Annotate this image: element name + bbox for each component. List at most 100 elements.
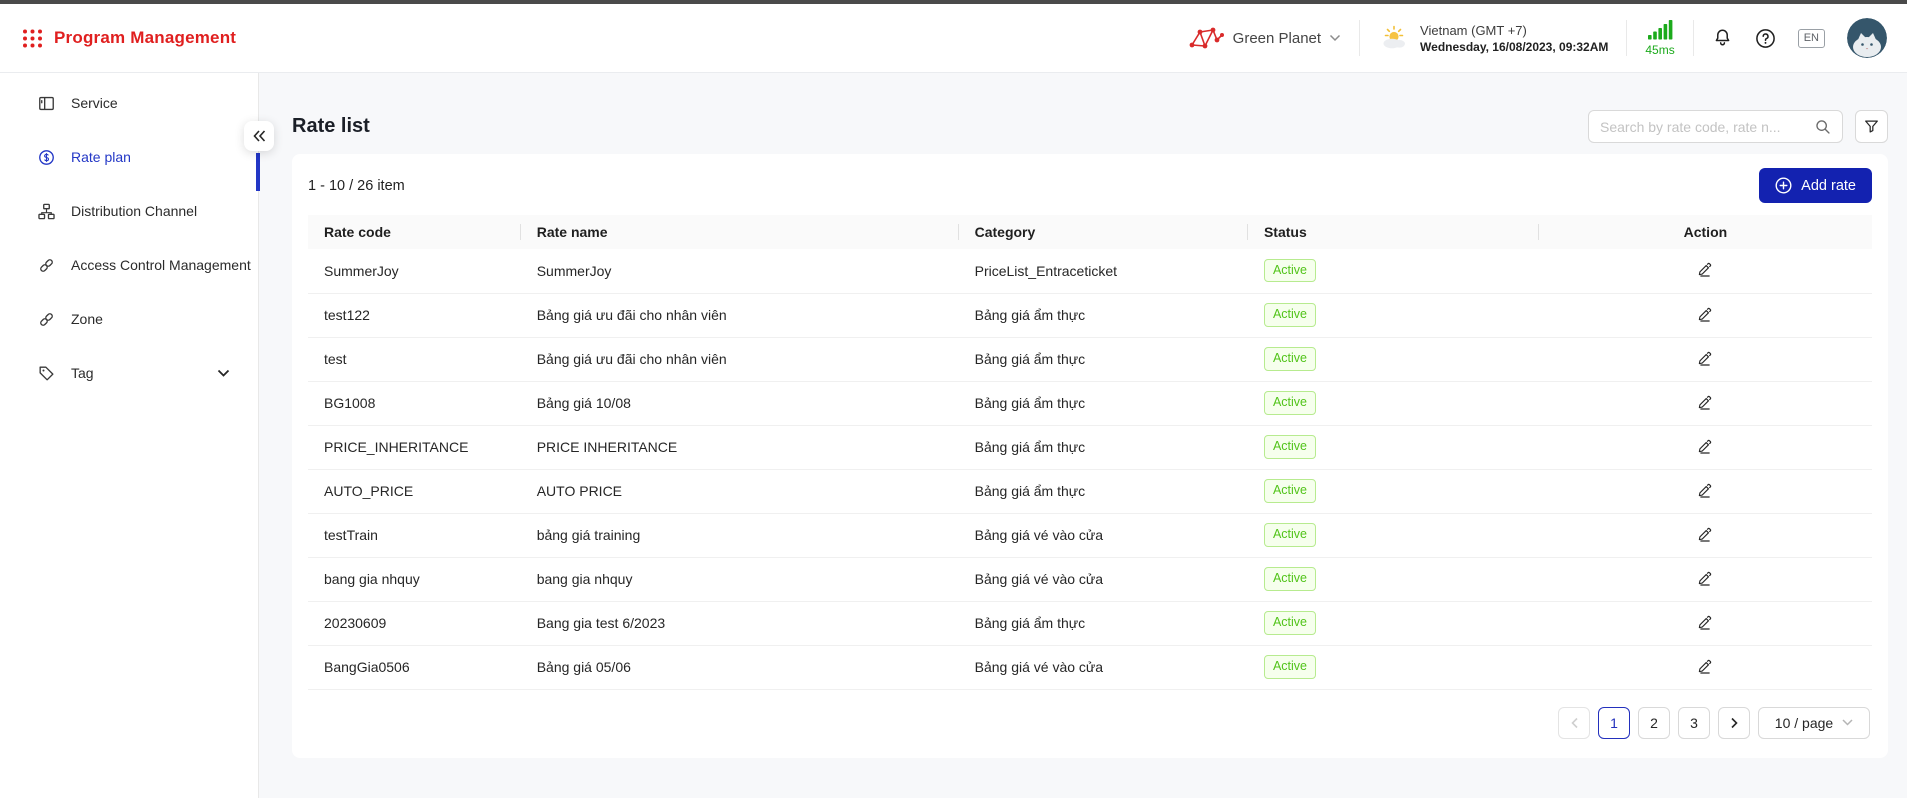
- table-row: BG1008 Bảng giá 10/08 Bảng giá ẩm thực A…: [308, 381, 1872, 426]
- header-divider: [1626, 20, 1628, 56]
- cell-status: Active: [1247, 249, 1539, 294]
- cell-rate-code: SummerJoy: [308, 249, 521, 294]
- cell-action: [1538, 337, 1872, 382]
- cell-rate-name: PRICE INHERITANCE: [520, 425, 959, 470]
- cell-status: Active: [1247, 601, 1539, 646]
- header-divider: [1692, 20, 1694, 56]
- sidebar-collapse-button[interactable]: [244, 121, 274, 151]
- cell-rate-code: BangGia0506: [308, 645, 521, 690]
- link-icon: [37, 256, 56, 275]
- page-title: Rate list: [292, 115, 370, 137]
- link-icon: [37, 310, 56, 329]
- pagination-prev-button[interactable]: [1558, 706, 1590, 739]
- search-icon[interactable]: [1814, 118, 1831, 135]
- edit-icon[interactable]: [1694, 479, 1716, 504]
- sidebar-item-service[interactable]: Service: [0, 83, 258, 123]
- sidebar-item-label: Service: [71, 95, 118, 111]
- cell-status: Active: [1247, 337, 1539, 382]
- add-rate-button[interactable]: Add rate: [1759, 168, 1872, 203]
- add-rate-label: Add rate: [1801, 177, 1856, 194]
- main-content: Rate list 1 - 1: [259, 73, 1907, 798]
- brand: Program Management: [22, 28, 236, 49]
- page-size-select[interactable]: 10 / page: [1758, 706, 1870, 739]
- cell-category: Bảng giá ẩm thực: [958, 425, 1248, 470]
- user-avatar[interactable]: [1847, 18, 1887, 58]
- cell-status: Active: [1247, 293, 1539, 338]
- cell-action: [1538, 645, 1872, 690]
- search-box: [1588, 110, 1843, 143]
- signal-bars-icon: [1647, 19, 1674, 42]
- app-title: Program Management: [54, 28, 237, 47]
- search-input[interactable]: [1600, 118, 1808, 135]
- page-size-value: 10 / page: [1774, 714, 1834, 731]
- cell-rate-name: Bảng giá ưu đãi cho nhân viên: [520, 293, 959, 338]
- cell-status: Active: [1247, 513, 1539, 558]
- cell-action: [1538, 381, 1872, 426]
- header-divider: [1359, 20, 1361, 56]
- column-header-status: Status: [1247, 215, 1539, 249]
- cell-rate-code: AUTO_PRICE: [308, 469, 521, 514]
- cell-rate-name: Bảng giá ưu đãi cho nhân viên: [520, 337, 959, 382]
- table-row: testTrain bảng giá training Bảng giá vé …: [308, 513, 1872, 558]
- sidebar-item-tag[interactable]: Tag: [0, 353, 258, 393]
- pagination-page-1[interactable]: 1: [1598, 706, 1630, 739]
- cell-category: Bảng giá ẩm thực: [958, 337, 1248, 382]
- edit-icon[interactable]: [1694, 655, 1716, 680]
- app-grid-icon[interactable]: [22, 28, 43, 49]
- status-badge: Active: [1263, 567, 1316, 591]
- edit-icon[interactable]: [1694, 303, 1716, 328]
- sidebar-item-label: Zone: [71, 311, 103, 327]
- cell-rate-name: Bang gia test 6/2023: [520, 601, 959, 646]
- latency-indicator: 45ms: [1645, 19, 1675, 57]
- table-row: bang gia nhquy bang gia nhquy Bảng giá v…: [308, 557, 1872, 602]
- cell-category: Bảng giá ẩm thực: [958, 381, 1248, 426]
- cell-status: Active: [1247, 381, 1539, 426]
- chevron-down-icon: [217, 369, 230, 378]
- cell-status: Active: [1247, 469, 1539, 514]
- sidebar-item-rate-plan[interactable]: Rate plan: [0, 137, 258, 177]
- language-badge[interactable]: EN: [1797, 28, 1825, 48]
- table-header-row: Rate code Rate name Category Status Acti…: [308, 215, 1872, 249]
- cell-rate-name: Bảng giá 10/08: [520, 381, 959, 426]
- edit-icon[interactable]: [1694, 391, 1716, 416]
- table-row: 20230609 Bang gia test 6/2023 Bảng giá ẩ…: [308, 601, 1872, 646]
- board-icon: [37, 94, 56, 113]
- cell-status: Active: [1247, 645, 1539, 690]
- status-badge: Active: [1263, 655, 1316, 679]
- edit-icon[interactable]: [1694, 523, 1716, 548]
- cell-rate-code: test: [308, 337, 521, 382]
- help-icon[interactable]: [1755, 28, 1776, 49]
- cell-rate-code: test122: [308, 293, 521, 338]
- cell-status: Active: [1247, 557, 1539, 602]
- pagination: 1 2 3 10 / page: [308, 690, 1872, 739]
- sidebar-item-zone[interactable]: Zone: [0, 299, 258, 339]
- datetime-label: Wednesday, 16/08/2023, 09:32AM: [1420, 39, 1609, 54]
- edit-icon[interactable]: [1694, 435, 1716, 460]
- sun-cloud-icon: [1378, 22, 1410, 54]
- notifications-bell-icon[interactable]: [1712, 27, 1733, 49]
- status-badge: Active: [1263, 347, 1316, 371]
- pagination-next-button[interactable]: [1718, 706, 1750, 739]
- pagination-page-3[interactable]: 3: [1678, 706, 1710, 739]
- edit-icon[interactable]: [1694, 567, 1716, 592]
- filter-button[interactable]: [1855, 110, 1888, 143]
- table-row: PRICE_INHERITANCE PRICE INHERITANCE Bảng…: [308, 425, 1872, 470]
- status-badge: Active: [1263, 391, 1316, 415]
- org-switcher[interactable]: Green Planet: [1188, 25, 1341, 52]
- plus-circle-icon: [1775, 177, 1792, 194]
- sidebar-item-distribution-channel[interactable]: Distribution Channel: [0, 191, 258, 231]
- rate-table: Rate code Rate name Category Status Acti…: [308, 215, 1872, 690]
- cell-category: Bảng giá vé vào cửa: [958, 513, 1248, 558]
- edit-icon[interactable]: [1694, 258, 1716, 283]
- sidebar-item-label: Access Control Management: [71, 257, 251, 273]
- status-badge: Active: [1263, 611, 1316, 635]
- cell-category: PriceList_Entraceticket: [958, 249, 1248, 294]
- column-header-category: Category: [958, 215, 1249, 249]
- sidebar-item-access-control-management[interactable]: Access Control Management: [0, 245, 258, 285]
- cell-action: [1538, 513, 1872, 558]
- edit-icon[interactable]: [1694, 347, 1716, 372]
- org-name: Green Planet: [1232, 29, 1322, 47]
- pagination-page-2[interactable]: 2: [1638, 706, 1670, 739]
- status-badge: Active: [1263, 303, 1316, 327]
- edit-icon[interactable]: [1694, 611, 1716, 636]
